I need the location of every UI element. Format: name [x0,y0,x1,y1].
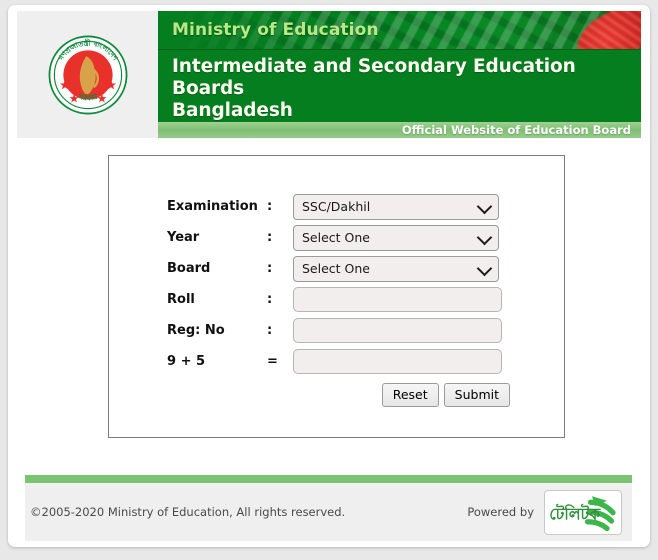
ministry-line: Ministry of Education [158,11,641,49]
captcha-question-label: 9 + 5 [167,354,206,369]
official-tagline-bar: Official Website of Education Board [158,122,641,138]
site-footer: ©2005-2020 Ministry of Education, All ri… [25,483,632,541]
teletalk-logo[interactable]: টেলিটক [544,489,622,535]
copyright-text: ©2005-2020 Ministry of Education, All ri… [30,505,346,519]
examination-label: Examination [167,199,258,214]
year-label: Year [167,230,200,245]
header-banner: Ministry of Education Intermediate and S… [158,11,641,138]
result-search-form: Examination : SSC/Dakhil Year : Select O… [108,155,565,438]
page-card: গণপ্রজাতন্ত্রী বাংলাদেশ সরকার Ministry o… [8,5,650,547]
form-row-registration: Reg: No : [167,315,510,346]
registration-input[interactable] [293,318,502,343]
board-label: Board [167,261,211,276]
emblem-box: গণপ্রজাতন্ত্রী বাংলাদেশ সরকার [17,11,158,138]
year-select[interactable]: Select One [293,224,499,251]
captcha-input[interactable] [293,349,502,374]
ministry-label: Ministry of Education [172,19,379,40]
board-separator: : [267,261,273,276]
roll-separator: : [267,292,273,307]
footer-divider [25,475,632,483]
board-select[interactable]: Select One [293,255,499,282]
examination-separator: : [267,199,273,214]
roll-input[interactable] [293,287,502,312]
submit-button[interactable]: Submit [443,383,510,407]
board-select-wrap: Select One [293,255,499,282]
registration-separator: : [267,323,273,338]
captcha-separator: = [267,354,278,369]
form-row-examination: Examination : SSC/Dakhil [167,191,510,222]
teletalk-wordmark: টেলিটক [549,504,601,524]
form-actions: Reset Submit [167,383,510,407]
form-rows: Examination : SSC/Dakhil Year : Select O… [167,191,510,407]
bangladesh-government-emblem-icon: গণপ্রজাতন্ত্রী বাংলাদেশ সরকার [48,35,127,114]
examination-select[interactable]: SSC/Dakhil [293,193,499,220]
form-row-captcha: 9 + 5 = [167,346,510,377]
registration-label: Reg: No [167,323,225,338]
site-title-line1: Intermediate and Secondary Education Boa… [172,56,576,100]
form-row-year: Year : Select One [167,222,510,253]
year-separator: : [267,230,273,245]
site-title-line2: Bangladesh [172,100,293,122]
roll-label: Roll [167,292,195,307]
powered-by-label: Powered by [467,505,534,519]
teletalk-logo-icon: টেলিটক [549,496,616,531]
year-select-wrap: Select One [293,224,499,251]
site-title: Intermediate and Secondary Education Boa… [158,50,641,123]
examination-select-wrap: SSC/Dakhil [293,193,499,220]
reset-button[interactable]: Reset [381,383,439,407]
form-row-board: Board : Select One [167,253,510,284]
site-header: গণপ্রজাতন্ত্রী বাংলাদেশ সরকার Ministry o… [17,11,641,138]
form-row-roll: Roll : [167,284,510,315]
official-tagline: Official Website of Education Board [401,123,631,138]
